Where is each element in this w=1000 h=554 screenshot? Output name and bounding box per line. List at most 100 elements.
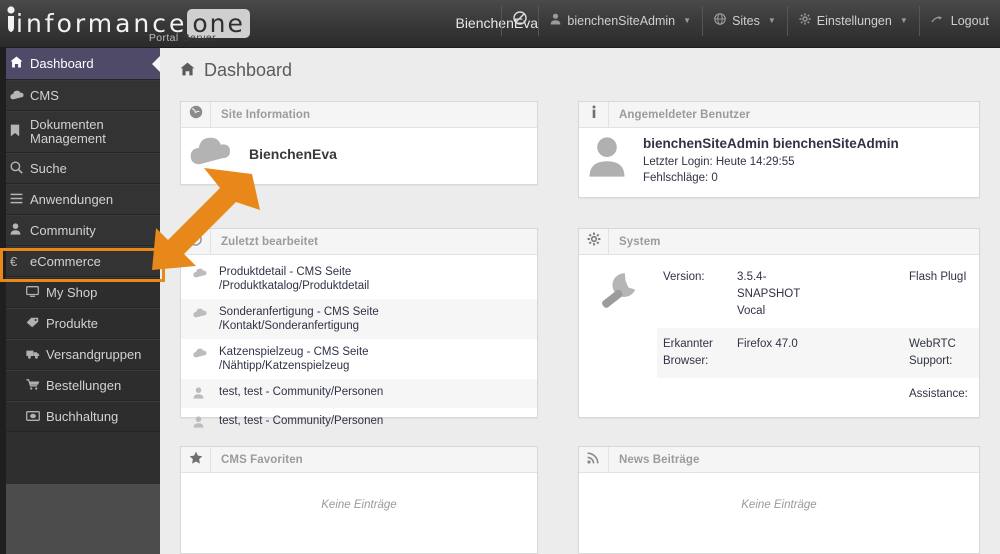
cms-favorites-empty-text: Keine Einträge [321,499,397,511]
list-item-line1: Sonderanfertigung - CMS Seite [219,306,379,318]
person-icon [10,223,30,238]
nav-item-sites-label: Sites [732,14,760,28]
cloud-icon [193,305,209,321]
system-body: Version: 3.5.4-SNAPSHOT Vocal Flash Plug… [579,255,979,411]
info-icon [579,101,609,128]
nav-item-sites[interactable]: Sites ▼ [702,6,787,36]
nav-item-prohibited[interactable] [501,6,538,36]
sidebar-item-cms[interactable]: CMS [0,80,160,111]
panel-header: News Beiträge [579,446,979,473]
nav-item-logout[interactable]: Logout [918,6,1000,36]
system-spacer-cell [817,378,903,411]
chevron-down-icon: ▼ [767,16,776,25]
list-item-text: test, test - Community/Personen [219,386,384,398]
sidebar-item-products[interactable]: Produkte [0,308,160,339]
wrench-icon [579,261,657,411]
main-content: Dashboard Site Information BienchenEva A… [160,48,1000,554]
list-item-line1: Katzenspielzeug - CMS Seite [219,346,369,358]
sidebar-item-document-management[interactable]: Dokumenten Management [0,111,160,153]
money-icon [26,409,46,424]
system-browser-value: Firefox 47.0 [737,338,798,350]
cloud-icon [10,88,30,103]
sidebar-item-orders-label: Bestellungen [46,378,122,393]
logged-in-user-details: bienchenSiteAdmin bienchenSiteAdmin Letz… [643,136,899,188]
sidebar-item-cms-label: CMS [30,88,59,103]
truck-icon [26,347,46,362]
list-item[interactable]: test, test - Community/Personen [181,379,537,408]
chevron-down-icon: ▼ [899,16,908,25]
page-title-text: Dashboard [204,60,293,80]
sidebar-item-search-label: Suche [30,161,67,176]
panel-header: CMS Favoriten [181,446,537,473]
table-row: Assistance: [657,378,979,411]
rss-icon [579,446,609,473]
nav-item-settings-label: Einstellungen [816,14,892,28]
cart-icon [26,378,46,393]
list-icon [10,192,30,207]
sidebar-item-my-shop-label: My Shop [46,285,98,300]
sidebar-item-shipping-groups-label: Versandgruppen [46,347,142,362]
system-flash-plugin-label: Flash PlugI [909,271,967,283]
sidebar-item-accounting-label: Buchhaltung [46,409,119,424]
sidebar-item-accounting[interactable]: Buchhaltung [0,401,160,432]
news-posts-empty-text: Keine Einträge [741,499,817,511]
annotation-arrow-icon [150,168,270,283]
top-header-bar: informance one Portal Server BienchenEva b… [0,0,1000,48]
header-nav: bienchenSiteAdmin ▼ Sites ▼ Einstellunge… [501,6,1000,42]
gear-icon [579,228,609,255]
prohibited-icon [513,6,528,36]
nav-item-settings[interactable]: Einstellungen ▼ [786,6,919,36]
system-table: Version: 3.5.4-SNAPSHOT Vocal Flash Plug… [657,261,979,411]
user-last-login: Letzter Login: Heute 14:29:55 [643,156,795,168]
panel-cms-favorites: CMS Favoriten Keine Einträge [180,446,538,554]
list-item-text: Sonderanfertigung - CMS Seite /Kontakt/S… [219,305,379,333]
sidebar-empty-space [0,484,160,554]
logo-portal-label: Portal [148,32,179,44]
system-spacer-cell [817,261,903,328]
logout-icon [931,6,945,36]
home-icon [180,62,195,80]
nav-item-user[interactable]: bienchenSiteAdmin ▼ [538,6,702,36]
list-item[interactable]: test, test - Community/Personen [181,408,537,437]
cloud-icon [193,345,209,361]
user-icon [550,6,561,36]
panel-title: News Beiträge [619,453,700,466]
logged-in-user-row: bienchenSiteAdmin bienchenSiteAdmin Letz… [579,128,979,196]
logo-server-label: Server [182,32,216,44]
person-icon [193,385,209,402]
tag-icon [26,316,46,331]
system-assistance-label: Assistance: [909,388,968,400]
panel-header: Site Information [181,101,537,128]
system-empty-value [731,378,817,411]
chevron-down-icon: ▼ [683,16,692,25]
sidebar-item-document-management-label: Dokumenten Management [30,117,106,146]
panel-title: CMS Favoriten [221,453,303,466]
system-webrtc-label: WebRTC Support: [909,338,956,367]
page-title: Dashboard [180,60,292,81]
annotation-highlight-box [0,248,165,282]
sidebar-item-community[interactable]: Community [0,215,160,246]
sidebar-item-dashboard-label: Dashboard [30,56,94,71]
sidebar-item-shipping-groups[interactable]: Versandgruppen [0,339,160,370]
cloud-icon [189,136,235,172]
list-item[interactable]: Sonderanfertigung - CMS Seite /Kontakt/S… [181,299,537,339]
list-item[interactable]: Katzenspielzeug - CMS Seite /Nähtipp/Kat… [181,339,537,379]
sidebar-left-strip [0,48,6,554]
system-empty-label [657,378,731,411]
sidebar-item-orders[interactable]: Bestellungen [0,370,160,401]
table-row: Version: 3.5.4-SNAPSHOT Vocal Flash Plug… [657,261,979,328]
monitor-icon [26,285,46,300]
sidebar-item-dashboard[interactable]: Dashboard [0,48,160,80]
app-logo[interactable]: informance one Portal Server [6,1,250,47]
sidebar-item-applications-label: Anwendungen [30,192,114,207]
sidebar-item-search[interactable]: Suche [0,153,160,184]
sidebar-item-applications[interactable]: Anwendungen [0,184,160,215]
panel-title: Site Information [221,108,311,121]
panel-header: System [579,228,979,255]
panel-header: Angemeldeter Benutzer [579,101,979,128]
sidebar-item-products-label: Produkte [46,316,99,331]
home-icon [10,56,30,71]
person-icon [193,414,209,431]
system-version-label: Version: [663,271,705,283]
sidebar-nav: Dashboard CMS Dokumenten Management Such… [0,48,160,554]
